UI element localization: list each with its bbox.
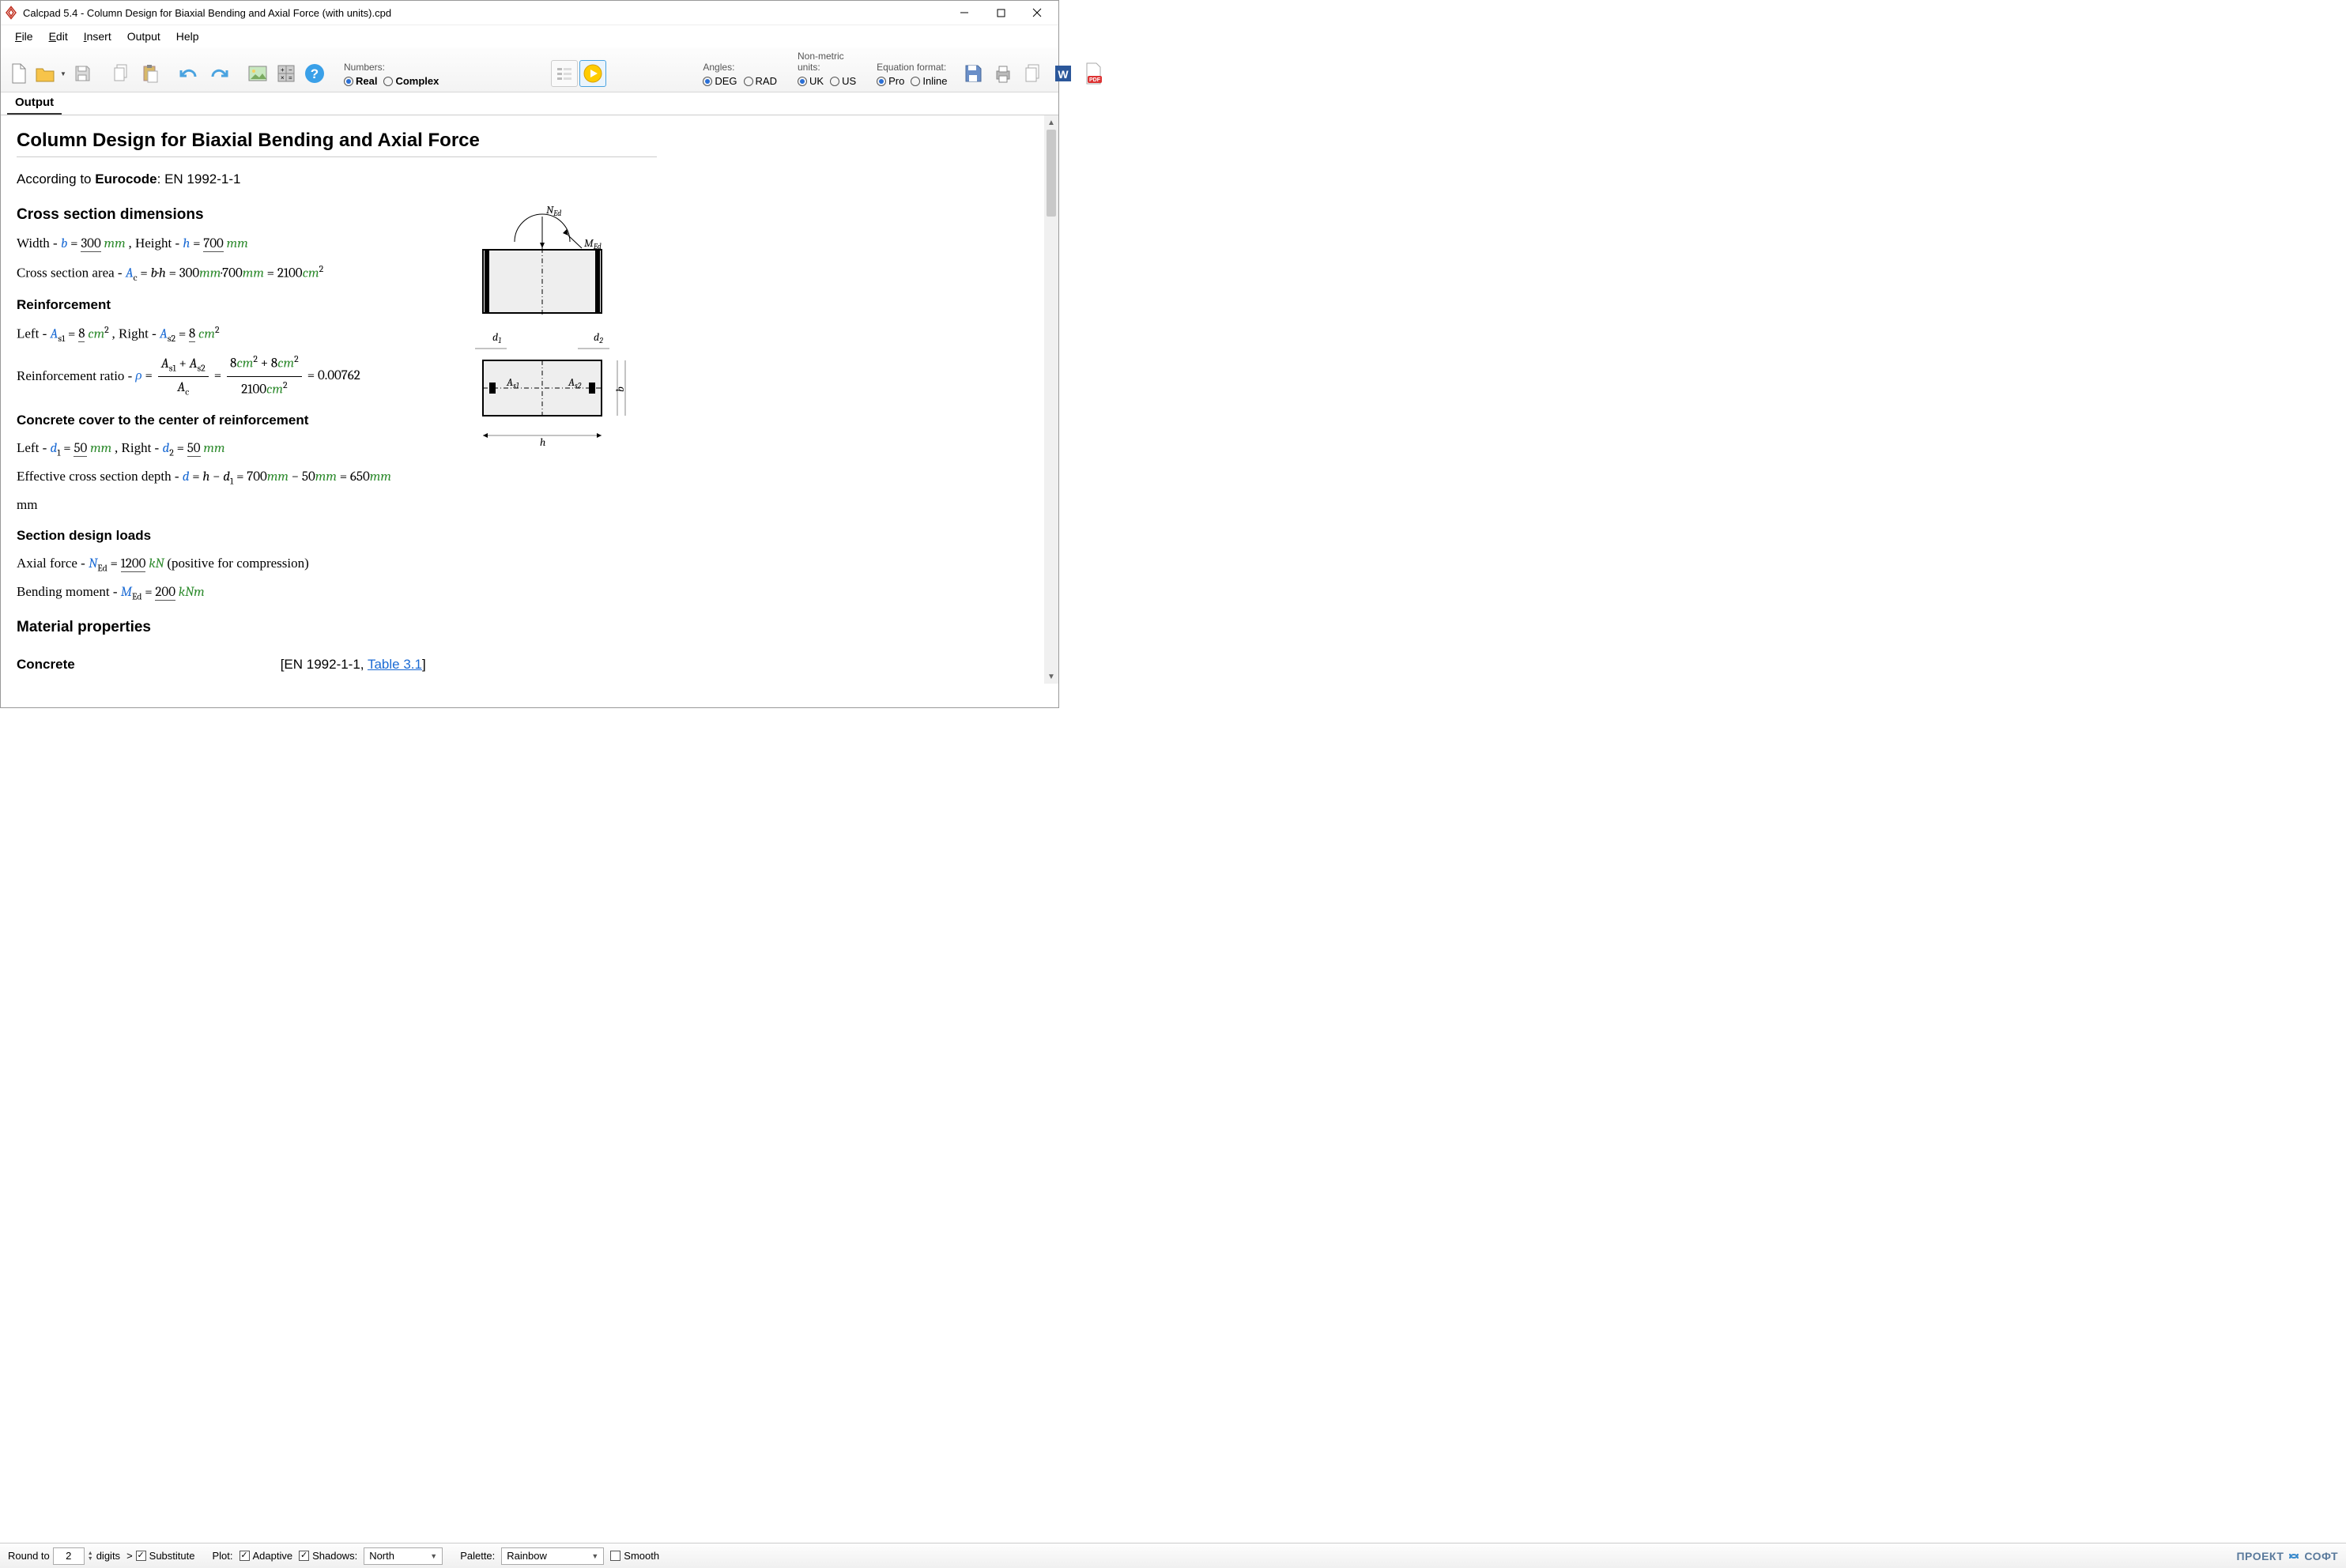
- angles-deg-radio[interactable]: DEG: [703, 75, 737, 87]
- app-logo-icon: [4, 6, 18, 20]
- round-digits-input[interactable]: [53, 1547, 85, 1565]
- export-save-button[interactable]: [960, 60, 986, 87]
- digits-label: digits: [96, 1550, 120, 1562]
- svg-text:b: b: [613, 386, 627, 392]
- subsection-loads: Section design loads: [17, 525, 1028, 548]
- scroll-up-icon[interactable]: ▲: [1044, 115, 1058, 130]
- export-word-button[interactable]: W: [1050, 60, 1077, 87]
- svg-text:=: =: [289, 74, 292, 81]
- digits-up-icon[interactable]: ▲: [88, 1551, 93, 1556]
- vertical-scrollbar[interactable]: ▲ ▼: [1044, 115, 1058, 684]
- calculator-button[interactable]: +−× =: [273, 60, 300, 87]
- svg-text:NEd: NEd: [546, 203, 561, 218]
- help-button[interactable]: ?: [301, 60, 328, 87]
- adaptive-checkbox[interactable]: [240, 1551, 250, 1561]
- svg-text:h: h: [540, 435, 545, 449]
- paste-button[interactable]: [137, 60, 164, 87]
- menu-edit[interactable]: Edit: [41, 27, 76, 46]
- shadows-checkbox[interactable]: [299, 1551, 309, 1561]
- svg-text:PDF: PDF: [1089, 77, 1101, 83]
- eqformat-label: Equation format:: [877, 62, 947, 73]
- print-button[interactable]: [990, 60, 1016, 87]
- numbers-label: Numbers:: [344, 62, 439, 73]
- digits-down-icon[interactable]: ▼: [88, 1556, 93, 1562]
- svg-text:×: ×: [281, 74, 285, 81]
- concrete-reference: [EN 1992-1-1, Table 3.1]: [281, 654, 426, 677]
- table-3-1-link[interactable]: Table 3.1: [368, 657, 422, 672]
- save-button[interactable]: [69, 60, 96, 87]
- eqformat-pro-radio[interactable]: Pro: [877, 75, 904, 87]
- numbers-real-radio[interactable]: Real: [344, 75, 377, 87]
- brand-logo: ПРОЕКТ СОФТ: [2236, 1549, 2338, 1563]
- section-material-props: Material properties: [17, 615, 1028, 640]
- scroll-down-icon[interactable]: ▼: [1044, 669, 1058, 684]
- redo-button[interactable]: [205, 60, 232, 87]
- substitute-checkbox[interactable]: [136, 1551, 146, 1561]
- form-view-button[interactable]: [551, 60, 578, 87]
- palette-label: Palette:: [460, 1550, 495, 1562]
- menu-insert[interactable]: Insert: [76, 27, 119, 46]
- undo-button[interactable]: [176, 60, 203, 87]
- units-us-radio[interactable]: US: [830, 75, 856, 87]
- menu-output[interactable]: Output: [119, 27, 168, 46]
- mm-stray-line: mm: [17, 494, 1028, 517]
- units-label: Non-metric units:: [798, 51, 856, 73]
- svg-text:−: −: [289, 66, 292, 74]
- shadows-direction-select[interactable]: North▼: [364, 1547, 443, 1565]
- run-button[interactable]: [579, 60, 606, 87]
- menu-help[interactable]: Help: [168, 27, 207, 46]
- svg-text:d1: d1: [492, 330, 501, 345]
- close-button[interactable]: [1019, 1, 1055, 24]
- according-line: According to Eurocode: EN 1992-1-1: [17, 168, 1028, 191]
- window-title: Calcpad 5.4 - Column Design for Biaxial …: [23, 7, 946, 19]
- brand-swirl-icon: [2287, 1549, 2301, 1563]
- angles-rad-radio[interactable]: RAD: [744, 75, 777, 87]
- open-file-button[interactable]: ▼: [34, 60, 67, 87]
- insert-image-button[interactable]: [244, 60, 271, 87]
- smooth-checkbox[interactable]: [610, 1551, 620, 1561]
- svg-text:W: W: [1058, 68, 1069, 81]
- svg-text:d2: d2: [594, 330, 603, 345]
- doc-title: Column Design for Biaxial Bending and Ax…: [17, 130, 1028, 152]
- title-divider: [17, 156, 657, 157]
- palette-select[interactable]: Rainbow▼: [501, 1547, 604, 1565]
- bending-moment-line: Bending moment - MEd = 200 kNm: [17, 581, 1028, 605]
- units-uk-radio[interactable]: UK: [798, 75, 824, 87]
- subsection-concrete: Concrete: [17, 654, 75, 678]
- cross-section-figure: NEd MEd d1 d2 As1 As2 b: [467, 202, 641, 467]
- minimize-button[interactable]: [946, 1, 983, 24]
- menubar: File Edit Insert Output Help: [1, 25, 1058, 47]
- toolbar: ▼ +−× = ? Numbers: Real Complex Angles: D…: [1, 47, 1058, 92]
- angles-label: Angles:: [703, 62, 777, 73]
- svg-text:?: ?: [311, 66, 319, 81]
- new-file-button[interactable]: [6, 60, 32, 87]
- menu-file[interactable]: File: [7, 27, 41, 46]
- axial-force-line: Axial force - NEd = 1200 kN (positive fo…: [17, 552, 1028, 576]
- plot-label: Plot:: [212, 1550, 232, 1562]
- scroll-thumb[interactable]: [1047, 130, 1056, 217]
- output-document: Column Design for Biaxial Bending and Ax…: [1, 115, 1044, 684]
- copy-button[interactable]: [108, 60, 135, 87]
- export-pdf-button[interactable]: PDF: [1080, 60, 1107, 87]
- roundto-label: Round to: [8, 1550, 50, 1562]
- svg-text:+: +: [281, 66, 285, 74]
- eqformat-inline-radio[interactable]: Inline: [911, 75, 947, 87]
- numbers-complex-radio[interactable]: Complex: [383, 75, 439, 87]
- statusbar: Round to ▲▼ digits >Substitute Plot: Ada…: [0, 1543, 2346, 1568]
- effective-depth-line: Effective cross section depth - d = h − …: [17, 466, 1028, 489]
- tab-output[interactable]: Output: [7, 92, 62, 115]
- maximize-button[interactable]: [983, 1, 1019, 24]
- copy-output-button[interactable]: [1020, 60, 1047, 87]
